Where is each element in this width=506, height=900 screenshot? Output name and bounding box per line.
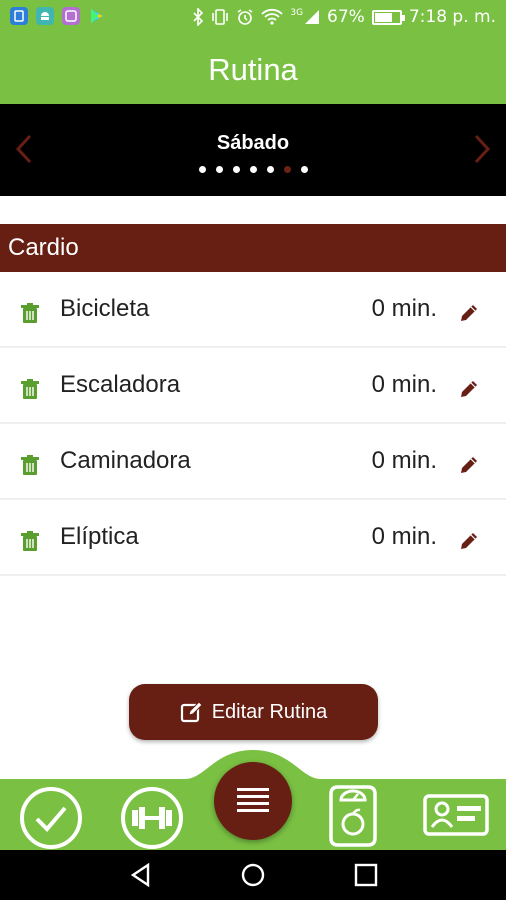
trash-icon[interactable] <box>20 454 40 476</box>
pencil-icon[interactable] <box>458 302 480 324</box>
page-dot[interactable] <box>300 166 308 173</box>
android-icon <box>36 7 54 25</box>
exercise-name: Escaladora <box>60 371 181 398</box>
clock: 7:18 p. m. <box>408 7 496 27</box>
day-selector: Sábado <box>0 104 506 196</box>
notification-icons <box>10 7 106 25</box>
list-item[interactable]: Caminadora 0 min. <box>0 424 506 500</box>
day-title: Sábado <box>216 132 290 154</box>
exercise-duration: 0 min. <box>371 295 437 322</box>
trash-icon[interactable] <box>20 530 40 552</box>
page-dot-active[interactable] <box>283 166 291 173</box>
page-dot[interactable] <box>198 166 206 173</box>
alarm-icon <box>237 9 253 25</box>
page-dot[interactable] <box>266 166 274 173</box>
wifi-icon <box>261 8 283 25</box>
page-indicator <box>0 166 506 173</box>
exercise-list: Bicicleta 0 min. Escaladora 0 min. Camin… <box>0 272 506 576</box>
recents-icon[interactable] <box>353 862 379 888</box>
pencil-icon[interactable] <box>458 454 480 476</box>
trash-icon[interactable] <box>20 378 40 400</box>
system-status: 3G 67% 7:18 p. m. <box>192 7 496 27</box>
list-item[interactable]: Escaladora 0 min. <box>0 348 506 424</box>
trash-icon[interactable] <box>20 302 40 324</box>
vibrate-icon <box>212 9 229 25</box>
check-icon[interactable] <box>19 786 83 850</box>
section-title: Cardio <box>8 234 79 261</box>
exercise-name: Bicicleta <box>60 295 150 322</box>
app-bar: Rutina <box>0 36 506 104</box>
home-icon[interactable] <box>240 862 266 888</box>
page-dot[interactable] <box>232 166 240 173</box>
profile-card-icon[interactable] <box>423 794 489 836</box>
app-icon-purple <box>62 7 80 25</box>
exercise-duration: 0 min. <box>371 371 437 398</box>
exercise-duration: 0 min. <box>371 523 437 550</box>
battery-charging-icon <box>371 9 405 25</box>
play-store-icon <box>88 7 106 25</box>
battery-percent: 67% <box>327 7 365 27</box>
section-header: Cardio <box>0 224 506 272</box>
back-icon[interactable] <box>128 862 154 888</box>
next-day-arrow-icon[interactable] <box>470 132 494 166</box>
app-icon-blue <box>10 7 28 25</box>
page-title: Rutina <box>208 52 298 87</box>
scale-icon[interactable] <box>325 784 381 848</box>
bluetooth-icon <box>193 8 204 26</box>
page-dot[interactable] <box>249 166 257 173</box>
page-dot[interactable] <box>215 166 223 173</box>
dumbbell-icon[interactable] <box>120 786 184 850</box>
exercise-name: Caminadora <box>60 447 191 474</box>
status-bar: 3G 67% 7:18 p. m. <box>0 0 506 36</box>
list-item[interactable]: Elíptica 0 min. <box>0 500 506 576</box>
edit-routine-button[interactable]: Editar Rutina <box>129 684 378 740</box>
edit-routine-label: Editar Rutina <box>211 700 328 723</box>
list-item[interactable]: Bicicleta 0 min. <box>0 272 506 348</box>
network-type: 3G <box>290 8 304 18</box>
pencil-icon[interactable] <box>458 378 480 400</box>
pencil-icon[interactable] <box>458 530 480 552</box>
signal-icon <box>305 10 320 24</box>
menu-fab-button[interactable] <box>214 762 292 840</box>
system-navigation-bar <box>0 850 506 900</box>
edit-square-icon <box>180 701 203 723</box>
exercise-name: Elíptica <box>60 523 139 550</box>
exercise-duration: 0 min. <box>371 447 437 474</box>
menu-icon <box>237 788 269 812</box>
